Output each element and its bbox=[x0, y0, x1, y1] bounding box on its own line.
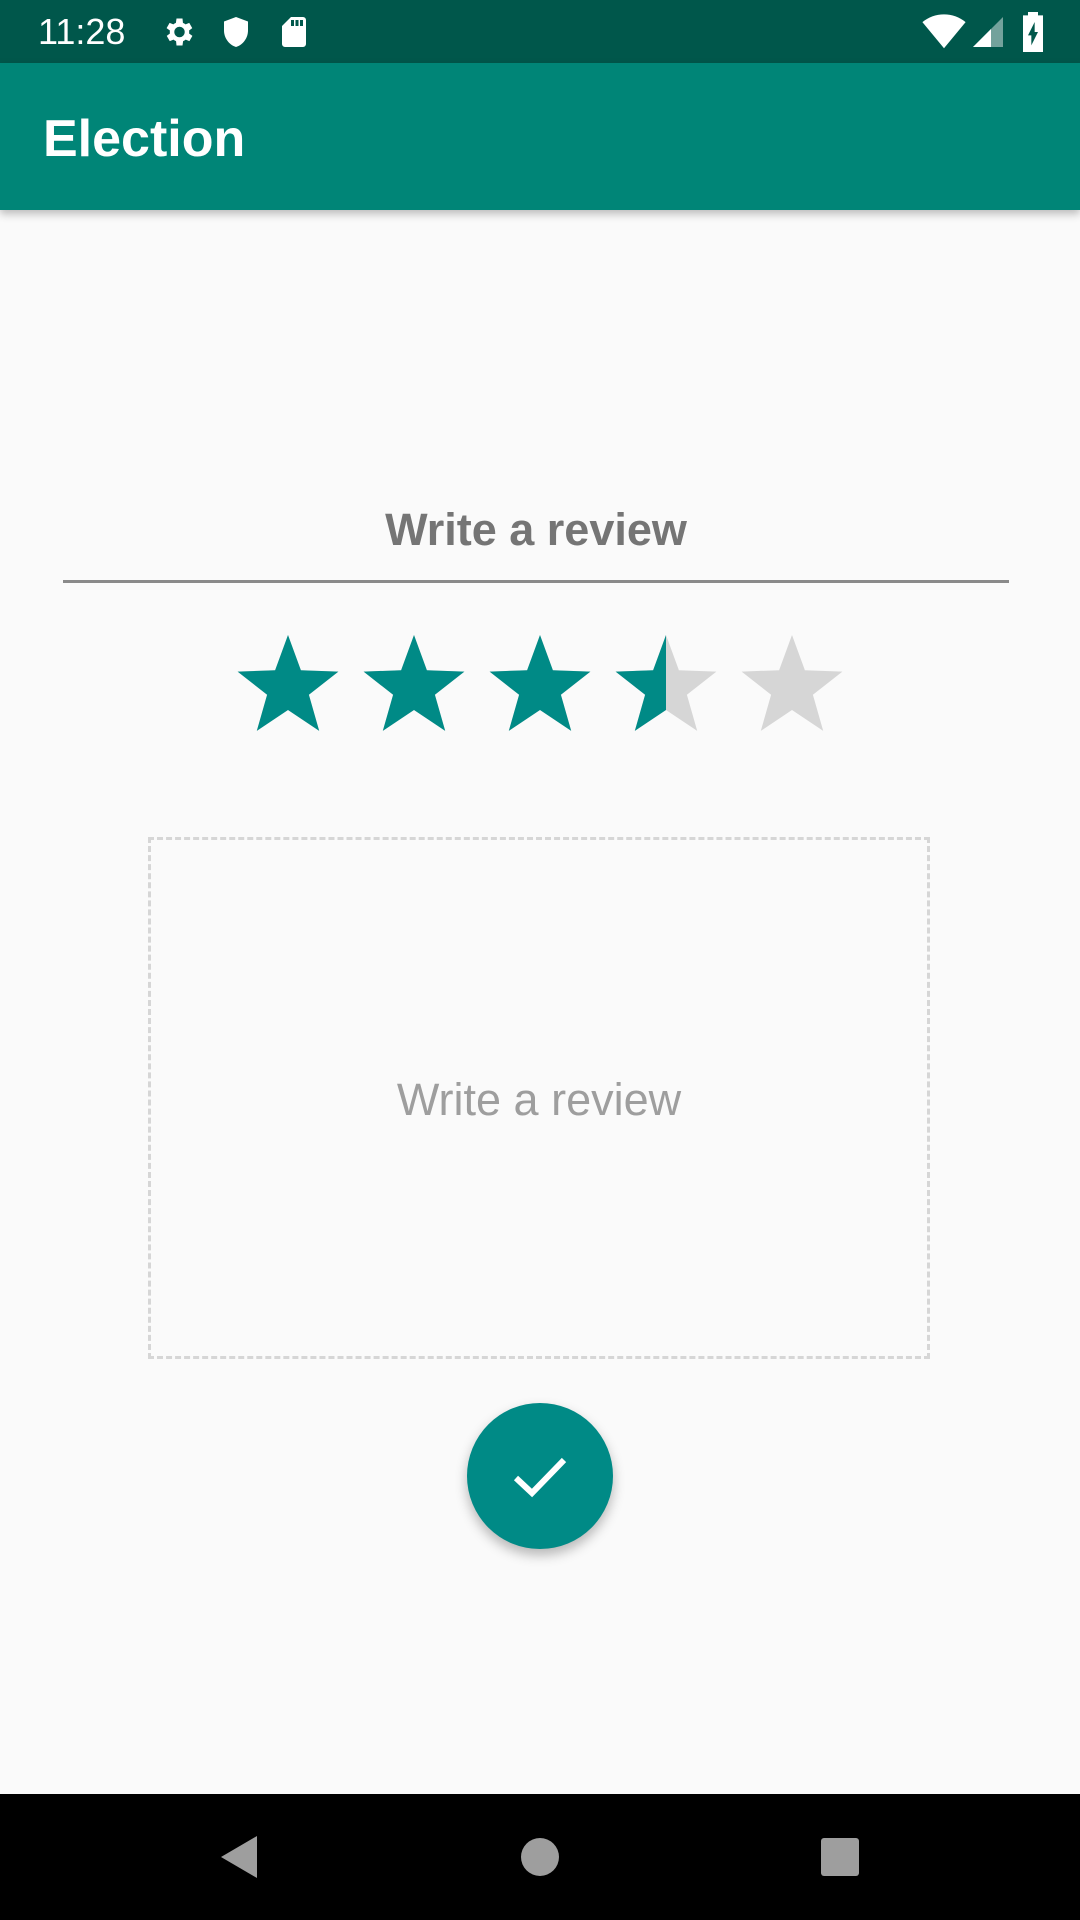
rating-star-5[interactable] bbox=[741, 635, 843, 731]
rating-star-2[interactable] bbox=[363, 635, 465, 731]
app-title: Election bbox=[43, 110, 246, 168]
wifi-icon bbox=[922, 14, 966, 50]
rating-star-4[interactable] bbox=[615, 635, 717, 731]
heading-divider bbox=[63, 580, 1009, 583]
cell-signal-icon bbox=[970, 14, 1006, 50]
rating-bar[interactable] bbox=[230, 630, 850, 740]
review-heading: Write a review bbox=[385, 504, 687, 555]
recents-icon[interactable] bbox=[815, 1832, 865, 1882]
settings-gear-icon bbox=[160, 14, 196, 50]
status-bar: 11:28 bbox=[0, 0, 1080, 63]
app-bar: Election bbox=[0, 63, 1080, 210]
home-icon[interactable] bbox=[515, 1832, 565, 1882]
review-input[interactable]: Write a review bbox=[148, 837, 930, 1359]
rating-star-1[interactable] bbox=[237, 635, 339, 731]
rating-star-3[interactable] bbox=[489, 635, 591, 731]
back-icon[interactable] bbox=[215, 1832, 265, 1882]
navigation-bar bbox=[0, 1794, 1080, 1920]
battery-charging-icon bbox=[1018, 12, 1048, 52]
sd-card-icon bbox=[276, 14, 312, 50]
review-input-placeholder: Write a review bbox=[396, 1074, 682, 1125]
shield-icon bbox=[218, 14, 254, 50]
submit-button[interactable] bbox=[467, 1403, 613, 1549]
check-icon bbox=[513, 1457, 567, 1498]
status-time: 11:28 bbox=[38, 11, 126, 52]
